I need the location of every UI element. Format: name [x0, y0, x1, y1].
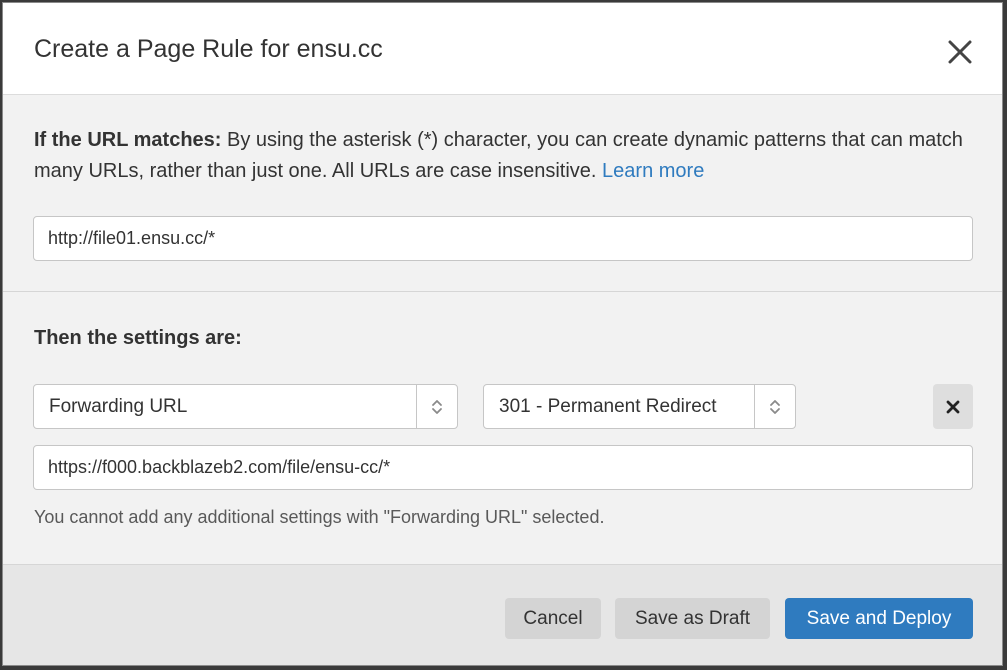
url-pattern-input[interactable] [33, 216, 973, 261]
close-button[interactable] [943, 35, 977, 69]
url-match-label: If the URL matches: [34, 129, 222, 151]
close-icon [948, 40, 972, 64]
settings-heading: Then the settings are: [34, 327, 242, 349]
url-match-description: If the URL matches: By using the asteris… [34, 125, 974, 187]
remove-setting-button[interactable] [933, 384, 973, 429]
dialog-title: Create a Page Rule for ensu.cc [34, 35, 383, 63]
setting-type-select[interactable]: Forwarding URL [33, 384, 458, 429]
sort-arrows-icon [770, 399, 780, 414]
forwarding-note: You cannot add any additional settings w… [34, 507, 605, 527]
redirect-status-arrows [754, 385, 795, 428]
url-match-section: If the URL matches: By using the asteris… [3, 95, 1002, 292]
dialog-footer: Cancel Save as Draft Save and Deploy [3, 564, 1002, 665]
x-icon [946, 400, 960, 413]
cancel-button[interactable]: Cancel [505, 598, 601, 639]
destination-url-input[interactable] [33, 445, 973, 490]
save-draft-button[interactable]: Save as Draft [615, 598, 770, 639]
redirect-status-value: 301 - Permanent Redirect [499, 396, 717, 417]
settings-section: Then the settings are: Forwarding URL 30… [3, 292, 1002, 564]
setting-type-arrows [416, 385, 457, 428]
sort-arrows-icon [432, 399, 442, 414]
redirect-status-select[interactable]: 301 - Permanent Redirect [483, 384, 796, 429]
setting-type-value: Forwarding URL [49, 396, 188, 417]
learn-more-link[interactable]: Learn more [602, 160, 704, 182]
dialog-header: Create a Page Rule for ensu.cc [3, 3, 1002, 95]
page-rule-dialog: Create a Page Rule for ensu.cc If the UR… [2, 2, 1003, 666]
save-deploy-button[interactable]: Save and Deploy [785, 598, 973, 639]
